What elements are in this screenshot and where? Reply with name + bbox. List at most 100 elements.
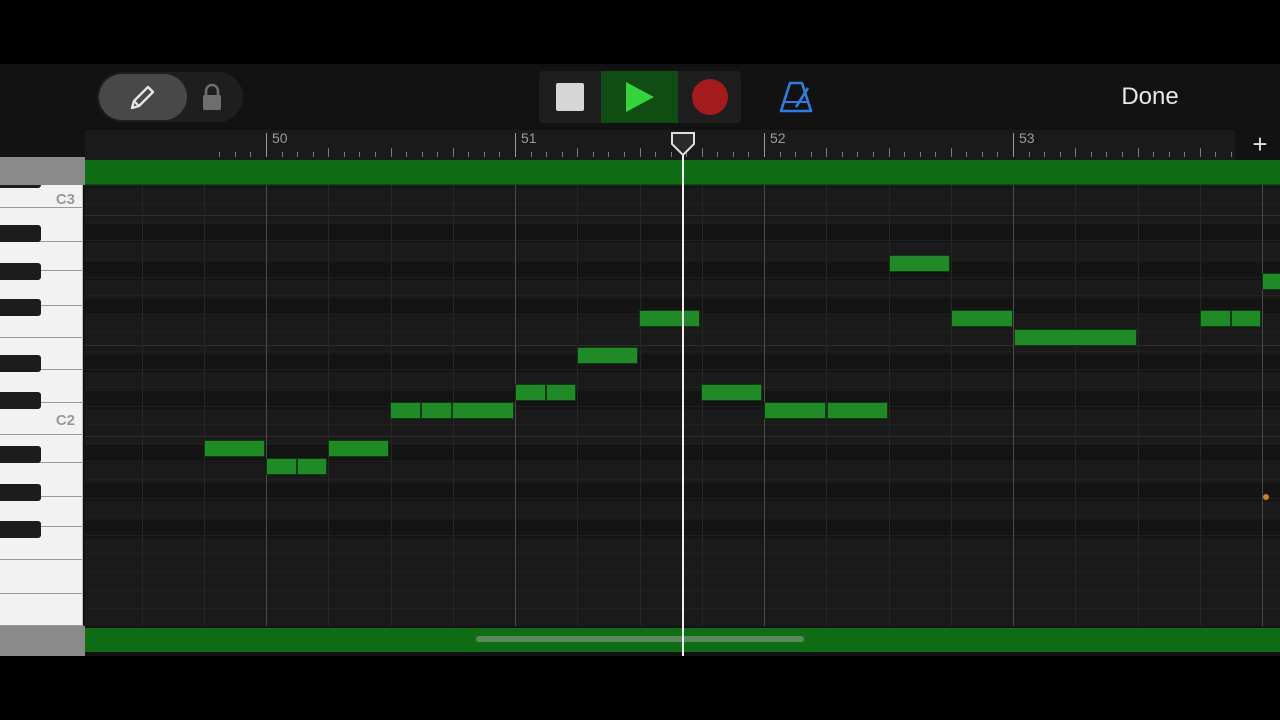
ruler-tick xyxy=(266,133,267,157)
ruler-tick xyxy=(1137,148,1139,157)
bar-number-label: 51 xyxy=(521,130,537,146)
ruler-tick xyxy=(857,152,859,157)
metronome-icon xyxy=(779,81,813,113)
ruler-tick xyxy=(1075,148,1077,157)
ruler-tick xyxy=(997,152,999,157)
black-key[interactable] xyxy=(0,263,41,280)
ruler-tick xyxy=(810,152,812,157)
piano-roll-editor: Done 50 51 52 53 + C3 C2 xyxy=(0,64,1280,656)
midi-note[interactable] xyxy=(266,458,297,475)
ruler-tick xyxy=(328,148,330,157)
beat-line xyxy=(640,185,641,626)
ruler-tick xyxy=(359,152,361,157)
timeline-ruler[interactable]: 50 51 52 53 xyxy=(85,130,1235,160)
black-key[interactable] xyxy=(0,185,41,188)
lock-icon xyxy=(203,83,221,110)
black-key[interactable] xyxy=(0,299,41,316)
horizontal-scrollbar[interactable] xyxy=(476,636,804,642)
ruler-tick xyxy=(1199,148,1201,157)
ruler-tick xyxy=(390,148,392,157)
black-key[interactable] xyxy=(0,355,41,372)
midi-note[interactable] xyxy=(951,310,1013,327)
midi-note[interactable] xyxy=(827,402,888,419)
ruler-tick xyxy=(219,152,221,157)
playhead[interactable] xyxy=(682,150,684,656)
midi-note[interactable] xyxy=(764,402,826,419)
ruler-tick xyxy=(623,152,625,157)
metronome-button[interactable] xyxy=(776,78,816,116)
bar-number-label: 52 xyxy=(770,130,786,146)
midi-note[interactable] xyxy=(515,384,546,401)
ruler-tick xyxy=(764,133,765,157)
midi-note[interactable] xyxy=(577,347,638,364)
lock-button[interactable] xyxy=(196,78,228,116)
keyboard-footer xyxy=(0,626,85,656)
ruler-tick xyxy=(919,152,921,157)
stop-button[interactable] xyxy=(539,71,601,123)
midi-note[interactable] xyxy=(889,255,950,272)
midi-note[interactable] xyxy=(390,402,421,419)
midi-note[interactable] xyxy=(639,310,700,327)
midi-note[interactable] xyxy=(701,384,762,401)
ruler-tick xyxy=(1153,152,1155,157)
ruler-tick xyxy=(546,152,548,157)
ruler-tick xyxy=(717,152,719,157)
ruler-tick xyxy=(483,152,485,157)
midi-note[interactable] xyxy=(328,440,389,457)
black-key[interactable] xyxy=(0,484,41,501)
offscreen-note-indicator xyxy=(1263,494,1269,500)
white-key[interactable] xyxy=(0,594,82,626)
ruler-tick xyxy=(561,152,563,157)
beat-line xyxy=(889,185,890,626)
bar-number-label: 50 xyxy=(272,130,288,146)
piano-keyboard[interactable]: C3 C2 xyxy=(0,185,83,626)
midi-note[interactable] xyxy=(1014,329,1137,346)
midi-note[interactable] xyxy=(421,402,452,419)
black-key[interactable] xyxy=(0,521,41,538)
ruler-tick xyxy=(841,152,843,157)
midi-note[interactable] xyxy=(297,458,327,475)
ruler-tick xyxy=(701,148,703,157)
black-key[interactable] xyxy=(0,392,41,409)
midi-note[interactable] xyxy=(452,402,514,419)
bar-number-label: 53 xyxy=(1019,130,1035,146)
beat-line xyxy=(204,185,205,626)
ruler-tick xyxy=(966,152,968,157)
keyboard-header xyxy=(0,157,85,185)
ruler-tick xyxy=(530,152,532,157)
ruler-tick xyxy=(374,152,376,157)
pencil-tool-button[interactable] xyxy=(99,74,187,120)
ruler-tick xyxy=(950,148,952,157)
ruler-tick xyxy=(732,152,734,157)
done-button[interactable]: Done xyxy=(1100,80,1200,114)
ruler-tick xyxy=(515,133,516,157)
ruler-tick xyxy=(872,152,874,157)
midi-note[interactable] xyxy=(546,384,576,401)
midi-note[interactable] xyxy=(1200,310,1231,327)
ruler-tick xyxy=(312,152,314,157)
black-key[interactable] xyxy=(0,225,41,242)
play-button[interactable] xyxy=(601,71,678,123)
beat-line xyxy=(1075,185,1076,626)
ruler-tick xyxy=(1013,133,1014,157)
record-button[interactable] xyxy=(678,71,741,123)
ruler-tick xyxy=(250,152,252,157)
black-key[interactable] xyxy=(0,446,41,463)
ruler-tick xyxy=(935,152,937,157)
beat-line xyxy=(142,185,143,626)
midi-note[interactable] xyxy=(204,440,265,457)
midi-note[interactable] xyxy=(1231,310,1261,327)
ruler-tick xyxy=(795,152,797,157)
ruler-tick xyxy=(1028,152,1030,157)
add-button[interactable]: + xyxy=(1240,130,1280,160)
ruler-tick xyxy=(343,152,345,157)
ruler-tick xyxy=(1106,152,1108,157)
beat-line xyxy=(577,185,578,626)
pencil-icon xyxy=(130,85,155,110)
ruler-tick xyxy=(1090,152,1092,157)
midi-note[interactable] xyxy=(1262,273,1280,290)
ruler-tick xyxy=(421,152,423,157)
beat-line xyxy=(951,185,952,626)
playhead-handle[interactable] xyxy=(669,130,697,158)
white-key[interactable] xyxy=(0,560,82,594)
